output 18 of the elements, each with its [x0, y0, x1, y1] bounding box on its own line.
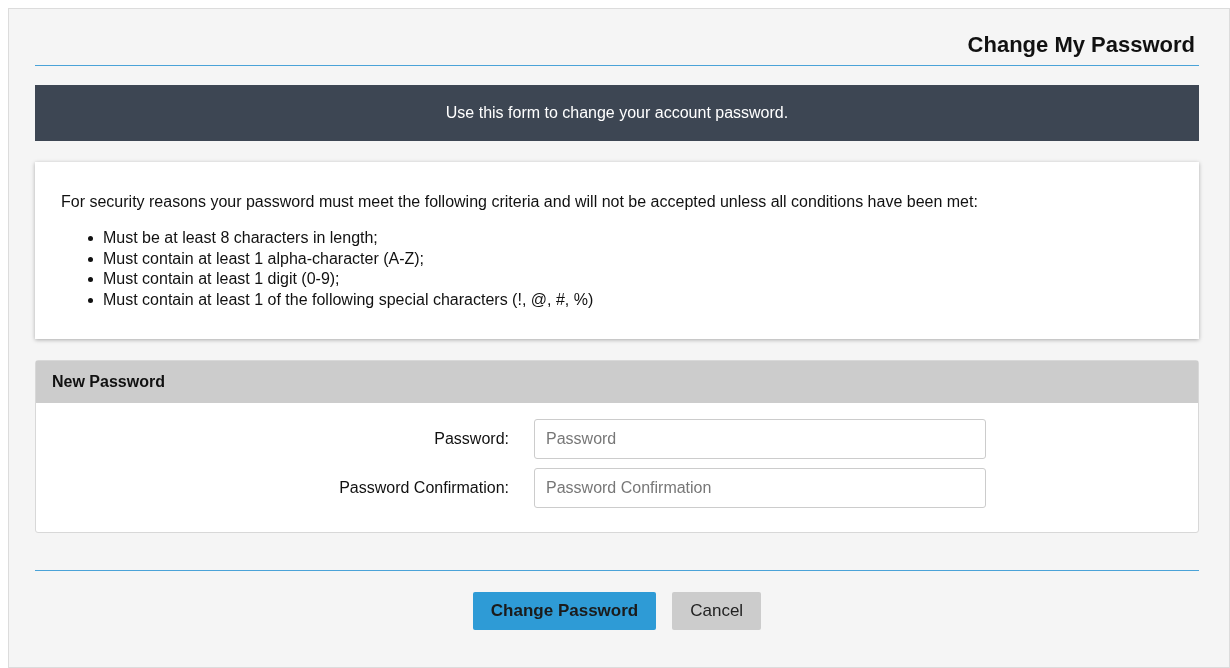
panel-header: New Password [36, 360, 1198, 403]
bullet-icon [88, 297, 93, 303]
bullet-icon [88, 277, 93, 283]
field-label: Password: [433, 429, 509, 448]
field-label: Password Confirmation: [338, 478, 509, 497]
page-title: Change My Password [967, 31, 1195, 59]
bullet-icon [88, 235, 93, 241]
criteria-item: Must contain at least 1 alpha-character (A-Z); [103, 248, 425, 269]
bullet-icon [88, 256, 93, 262]
criteria-item: Must contain at least 1 of the following special characters (!, @, #, %) [103, 290, 594, 311]
password-field[interactable]: Password [534, 418, 986, 459]
cancel-button[interactable]: Cancel [672, 591, 762, 630]
info-banner: Use this form to change your account password. [35, 85, 1199, 141]
criteria-item: Must contain at least 1 digit (0-9); [103, 269, 340, 290]
password-field[interactable]: Password Confirmation [534, 467, 986, 508]
submit-button[interactable]: Change Password [472, 591, 657, 630]
criteria-item: Must be at least 8 characters in length; [103, 228, 378, 248]
criteria-intro: For security reasons your password must meet the following criteria and will not be accepted unless all conditions have been met: [61, 192, 979, 212]
